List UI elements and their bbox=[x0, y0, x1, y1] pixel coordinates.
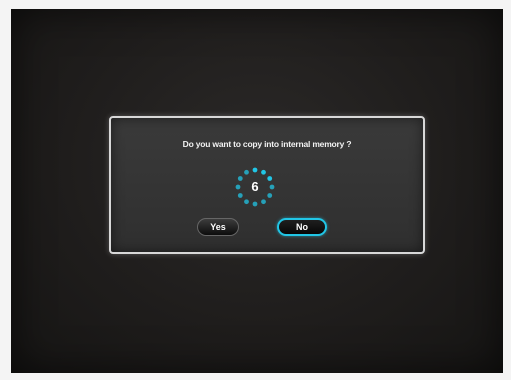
yes-button[interactable]: Yes bbox=[197, 218, 239, 236]
copy-confirmation-dialog: Do you want to copy into internal memory… bbox=[109, 116, 425, 254]
countdown-value: 6 bbox=[251, 179, 259, 194]
countdown-indicator: 6 bbox=[232, 164, 278, 210]
photo-frame: Do you want to copy into internal memory… bbox=[0, 0, 511, 380]
dialog-message: Do you want to copy into internal memory… bbox=[182, 139, 352, 149]
no-button[interactable]: No bbox=[277, 218, 327, 236]
